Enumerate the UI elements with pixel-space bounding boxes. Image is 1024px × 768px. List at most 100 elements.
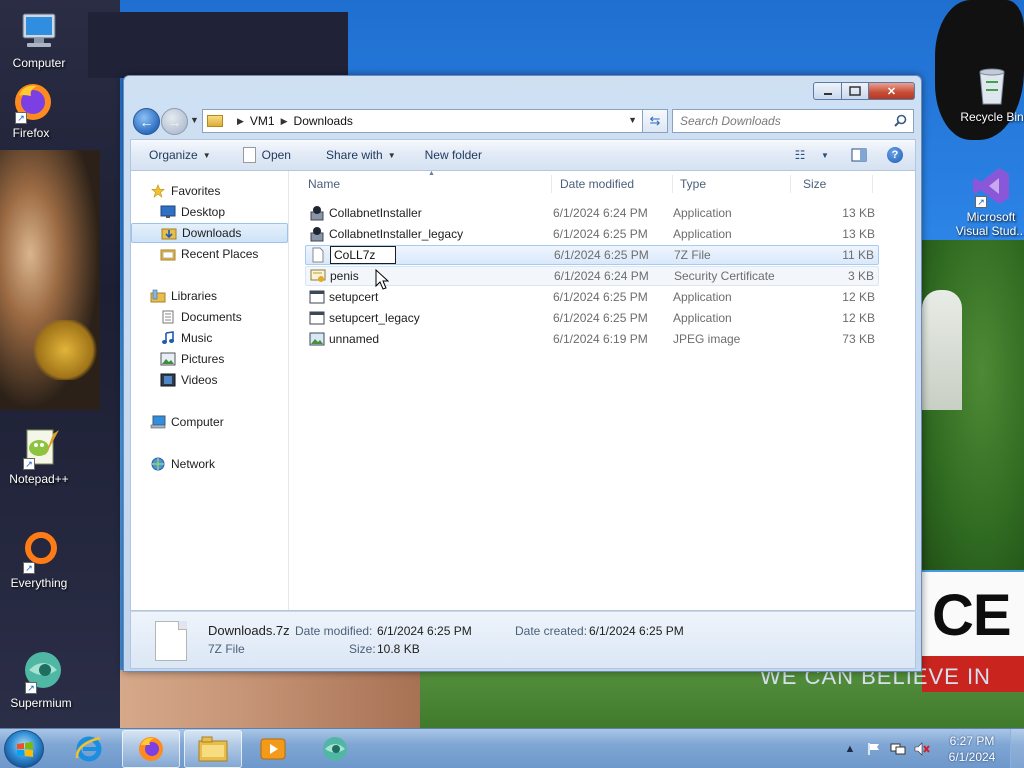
nav-recent-places[interactable]: Recent Places [131,244,288,264]
start-button[interactable] [4,730,44,768]
show-desktop-button[interactable] [1010,729,1024,768]
nav-downloads[interactable]: Downloads [131,223,288,243]
desktop-icon-computer[interactable]: Computer [0,10,78,70]
navigation-pane[interactable]: Favorites Desktop Downloads Recent Place… [131,171,289,610]
column-header-date-modified[interactable]: Date modified [552,171,672,197]
maximize-button[interactable] [842,82,869,100]
nav-network[interactable]: Network [131,454,288,474]
volume-button[interactable] [912,741,932,757]
chevron-down-icon: ▼ [821,150,829,160]
nav-label: Libraries [171,289,218,303]
desktop-icon-visual-studio[interactable]: ↗ Microsoft Visual Stud... [948,164,1024,238]
title-bar[interactable]: ✕ [124,76,921,108]
open-button[interactable]: Open [234,141,300,169]
sort-ascending-icon: ▲ [428,170,435,177]
minimize-button[interactable] [813,82,842,100]
column-header-size[interactable]: Size [791,171,871,197]
close-icon: ✕ [886,85,897,98]
share-with-menu-button[interactable]: Share with ▼ [317,141,405,169]
help-button[interactable]: ? [881,143,909,167]
rename-input[interactable] [330,246,396,264]
search-icon[interactable] [894,114,907,127]
file-row[interactable]: CollabnetInstaller 6/1/2024 6:24 PM Appl… [305,203,879,223]
file-row[interactable]: unnamed 6/1/2024 6:19 PM JPEG image 73 K… [305,329,879,349]
desktop-icon-supermium[interactable]: ↗ Supermium [2,650,80,710]
taskbar-internet-explorer[interactable] [60,730,118,768]
nav-music[interactable]: Music [131,328,288,348]
supermium-icon [323,737,347,761]
refresh-icon: ⇆ [649,113,661,128]
taskbar-firefox[interactable] [122,730,180,768]
taskbar-media-player[interactable] [244,730,302,768]
search-box[interactable] [672,109,914,133]
media-player-icon [260,738,286,760]
taskbar-windows-explorer[interactable] [184,730,242,768]
nav-videos[interactable]: Videos [131,370,288,390]
chevron-down-icon: ▼ [387,150,396,160]
back-button[interactable]: ← [133,108,160,135]
computer-icon [17,10,61,54]
nav-pictures[interactable]: Pictures [131,349,288,369]
computer-icon [150,415,166,429]
file-row[interactable]: setupcert 6/1/2024 6:25 PM Application 1… [305,287,879,307]
column-header-name[interactable]: Name ▲ [290,170,550,197]
nav-label: Desktop [181,205,226,219]
action-center-button[interactable] [864,741,884,757]
volume-muted-icon [914,742,930,756]
desktop-icon-label: Notepad++ [9,472,69,486]
file-row[interactable]: penis 6/1/2024 6:24 PM Security Certific… [305,266,879,286]
nav-libraries[interactable]: Libraries [131,286,288,306]
change-view-button[interactable]: ☷ [783,143,817,167]
new-folder-button[interactable]: New folder [416,141,491,169]
file-date: 6/1/2024 6:24 PM [553,206,648,220]
nav-favorites[interactable]: Favorites [131,181,288,201]
file-row-selected[interactable]: 6/1/2024 6:25 PM 7Z File 11 KB [305,245,879,265]
forward-button[interactable]: → [161,108,188,135]
flag-icon [868,743,879,755]
explorer-icon [198,736,228,762]
preview-pane-button[interactable] [845,143,873,167]
file-name: CollabnetInstaller [329,206,422,220]
details-file-name: Downloads.7z [208,623,290,638]
file-name: setupcert_legacy [329,311,420,325]
organize-menu-button[interactable]: Organize ▼ [140,141,220,169]
breadcrumb-vm1[interactable]: VM1 [250,114,275,128]
show-hidden-icons-button[interactable]: ▲ [840,741,860,757]
column-divider[interactable] [872,175,873,193]
restore-icon [849,86,861,96]
search-input[interactable] [680,114,880,128]
nav-documents[interactable]: Documents [131,307,288,327]
system-clock[interactable]: 6:27 PM 6/1/2024 [934,733,1010,765]
desktop-icon-recycle-bin[interactable]: Recycle Bin [952,64,1024,124]
taskbar-supermium[interactable] [306,730,364,768]
view-options-button[interactable]: ▼ [817,143,833,167]
refresh-button[interactable]: ⇆ [642,109,668,133]
breadcrumb-downloads[interactable]: Downloads [294,114,353,128]
network-status-button[interactable] [888,741,908,757]
desktop-icon-firefox[interactable]: ↗ Firefox [0,80,70,140]
details-view-icon: ☷ [794,148,806,162]
column-label: Type [680,177,707,191]
breadcrumb-arrow-icon[interactable]: ▶ [237,116,244,127]
nav-computer[interactable]: Computer [131,412,288,432]
breadcrumb-arrow-icon[interactable]: ▶ [281,116,288,127]
address-bar[interactable]: ▶ VM1 ▶ Downloads ▼ [202,109,644,133]
installer-icon [310,206,324,221]
nav-desktop[interactable]: Desktop [131,202,288,222]
file-row[interactable]: setupcert_legacy 6/1/2024 6:25 PM Applic… [305,308,879,328]
file-row[interactable]: CollabnetInstaller_legacy 6/1/2024 6:25 … [305,224,879,244]
app-window-icon [309,311,325,325]
recent-locations-chevron-icon[interactable]: ▼ [190,115,199,125]
document-icon [242,147,256,163]
nav-label: Videos [181,373,218,387]
details-date-created-value: 6/1/2024 6:25 PM [589,624,684,638]
file-list[interactable]: Name ▲ Date modified Type Size Collabnet… [290,170,916,610]
desktop-icon-everything[interactable]: ↗ Everything [0,530,78,590]
close-button[interactable]: ✕ [869,82,915,100]
address-history-chevron-icon[interactable]: ▼ [628,115,637,125]
desktop-icon-notepadpp[interactable]: ↗ Notepad++ [0,426,78,486]
firefox-icon [139,737,163,761]
everything-search-icon: ↗ [17,530,61,574]
column-header-type[interactable]: Type [673,171,790,197]
navigation-bar: ← → ▼ ▶ VM1 ▶ Downloads ▼ ⇆ [130,107,916,135]
